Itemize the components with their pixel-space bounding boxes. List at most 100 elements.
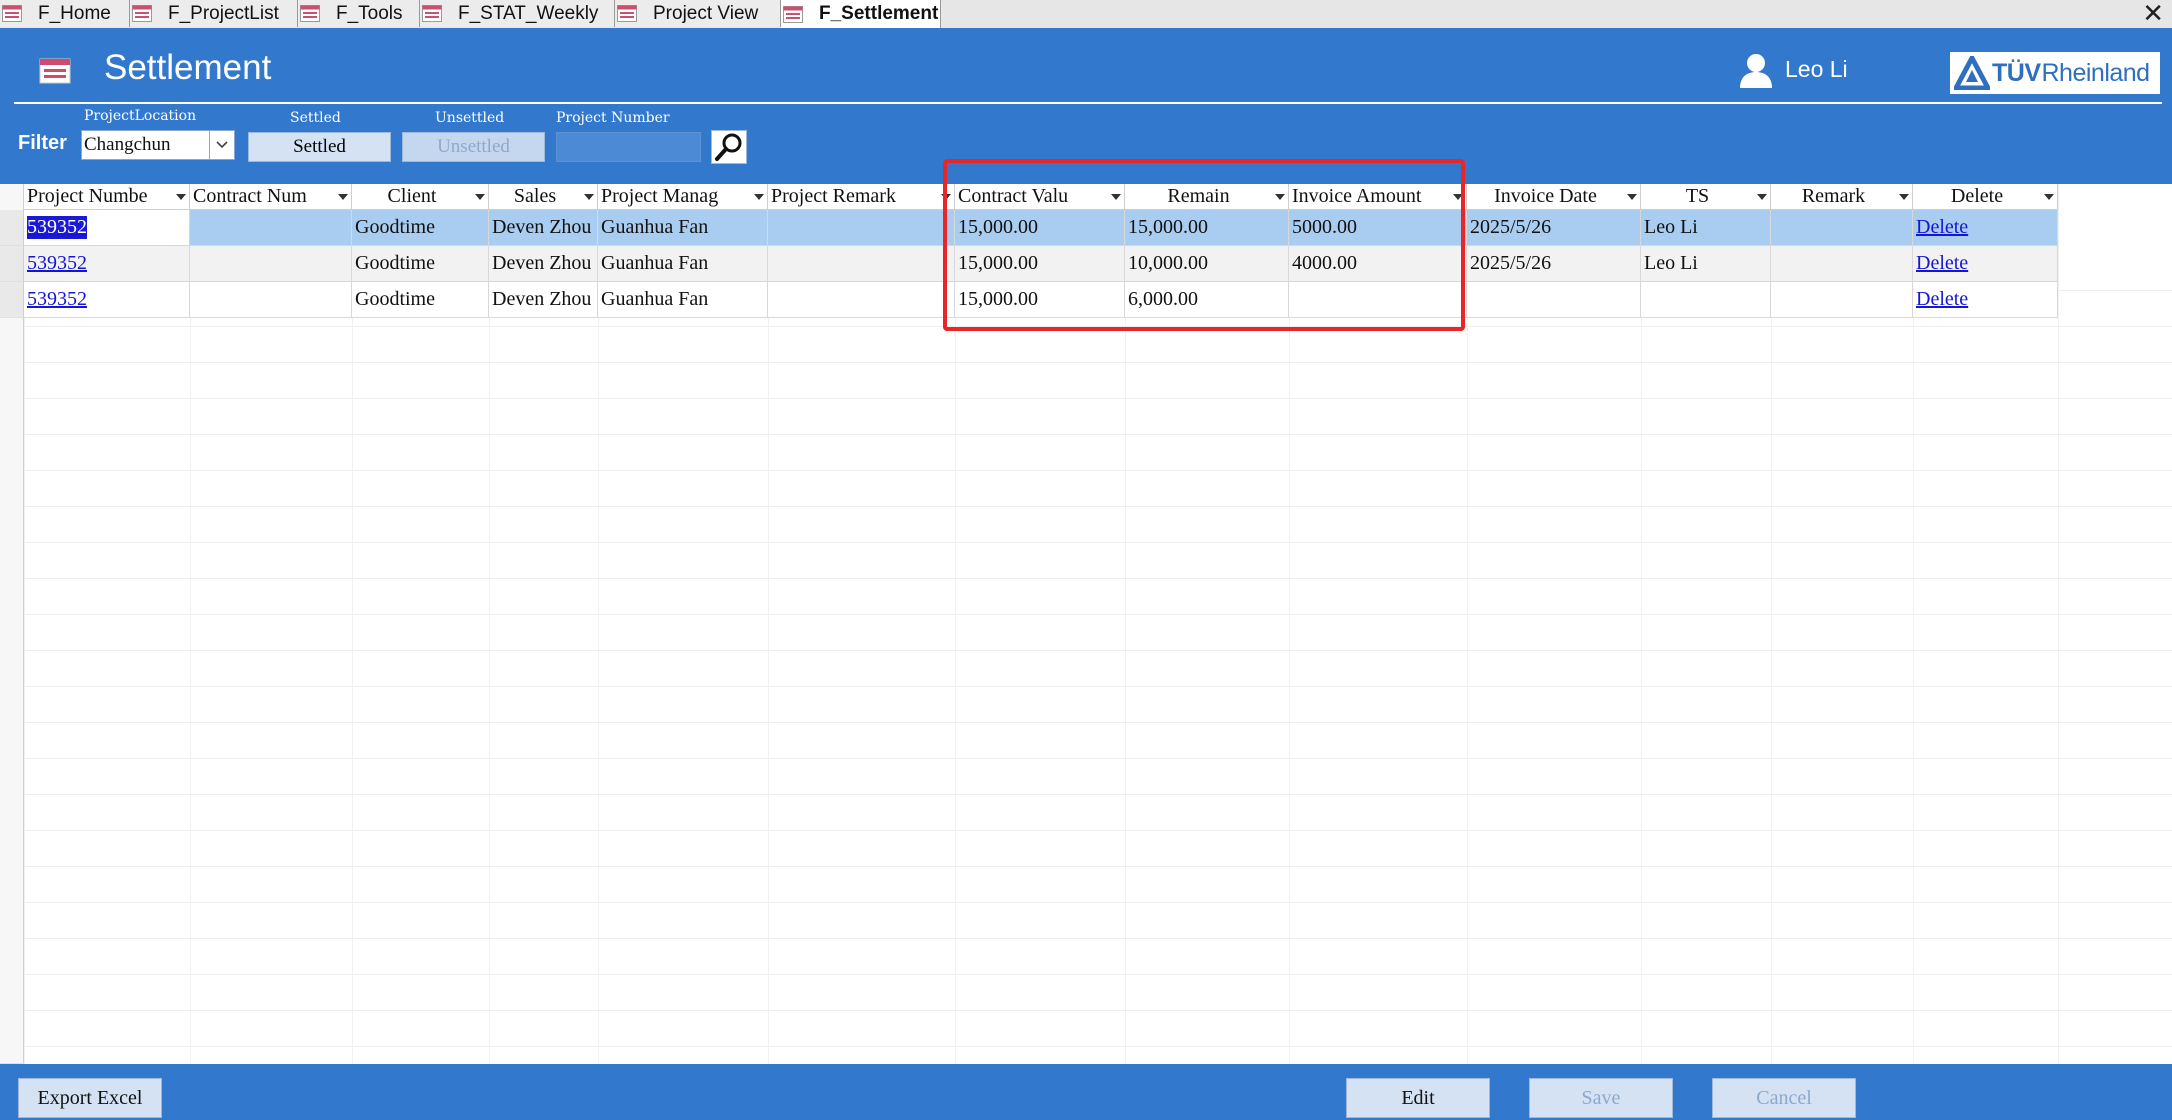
tab-f-settlement[interactable]: F_Settlement bbox=[781, 0, 941, 28]
cell-project-remark[interactable] bbox=[768, 210, 955, 246]
column-header-label: Remark bbox=[1801, 185, 1866, 207]
cell-value: 10,000.00 bbox=[1128, 252, 1208, 274]
cell-project-manager[interactable]: Guanhua Fan bbox=[598, 246, 768, 282]
filter-dropdown-icon[interactable] bbox=[1896, 193, 1912, 200]
column-header-invoice-amount[interactable]: Invoice Amount bbox=[1289, 184, 1467, 210]
cell-contract-number[interactable] bbox=[190, 210, 352, 246]
cell-remark[interactable] bbox=[1771, 210, 1913, 246]
filter-dropdown-icon[interactable] bbox=[1108, 193, 1124, 200]
cell-value: Deven Zhou bbox=[492, 288, 592, 310]
filter-dropdown-icon[interactable] bbox=[938, 193, 954, 200]
save-button[interactable]: Save bbox=[1529, 1078, 1673, 1118]
chevron-down-icon[interactable] bbox=[209, 131, 234, 159]
delete-link[interactable]: Delete bbox=[1916, 216, 1968, 239]
delete-link[interactable]: Delete bbox=[1916, 288, 1968, 311]
cell-value: Goodtime bbox=[355, 252, 435, 274]
cell-project-number[interactable]: 539352 bbox=[24, 282, 190, 318]
tab-f-tools[interactable]: F_Tools bbox=[298, 0, 420, 27]
grid-line bbox=[0, 578, 2172, 579]
cell-project-number[interactable]: 539352 bbox=[24, 210, 190, 246]
record-selector[interactable] bbox=[0, 282, 24, 318]
filter-dropdown-icon[interactable] bbox=[1624, 193, 1640, 200]
delete-link[interactable]: Delete bbox=[1916, 252, 1968, 275]
cell-delete[interactable]: Delete bbox=[1913, 282, 2058, 318]
cell-invoice-amount[interactable]: 5000.00 bbox=[1289, 210, 1467, 246]
cell-project-remark[interactable] bbox=[768, 246, 955, 282]
location-combobox[interactable]: Changchun bbox=[81, 130, 235, 160]
column-header-remark[interactable]: Remark bbox=[1771, 184, 1913, 210]
filter-dropdown-icon[interactable] bbox=[581, 193, 597, 200]
project-number-link[interactable]: 539352 bbox=[27, 288, 87, 311]
project-number-input[interactable] bbox=[556, 132, 701, 162]
cell-sales[interactable]: Deven Zhou bbox=[489, 210, 598, 246]
cell-delete[interactable]: Delete bbox=[1913, 210, 2058, 246]
column-header-project-manager[interactable]: Project Manag bbox=[598, 184, 768, 210]
cell-project-manager[interactable]: Guanhua Fan bbox=[598, 210, 768, 246]
cell-invoice-date[interactable]: 2025/5/26 bbox=[1467, 246, 1641, 282]
column-header-sales[interactable]: Sales bbox=[489, 184, 598, 210]
filter-dropdown-icon[interactable] bbox=[751, 193, 767, 200]
cell-project-remark[interactable] bbox=[768, 282, 955, 318]
cell-contract-number[interactable] bbox=[190, 282, 352, 318]
filter-dropdown-icon[interactable] bbox=[2041, 193, 2057, 200]
project-number-link[interactable]: 539352 bbox=[27, 252, 87, 275]
cell-remain[interactable]: 15,000.00 bbox=[1125, 210, 1289, 246]
cell-remain[interactable]: 6,000.00 bbox=[1125, 282, 1289, 318]
filter-dropdown-icon[interactable] bbox=[1272, 193, 1288, 200]
cell-contract-value[interactable]: 15,000.00 bbox=[955, 282, 1125, 318]
column-header-contract-number[interactable]: Contract Num bbox=[190, 184, 352, 210]
cell-remark[interactable] bbox=[1771, 246, 1913, 282]
tab-project-view[interactable]: Project View bbox=[615, 0, 781, 27]
column-header-delete[interactable]: Delete bbox=[1913, 184, 2058, 210]
cell-invoice-date[interactable] bbox=[1467, 282, 1641, 318]
cell-project-manager[interactable]: Guanhua Fan bbox=[598, 282, 768, 318]
cell-value: 2025/5/26 bbox=[1470, 216, 1552, 238]
column-header-remain[interactable]: Remain bbox=[1125, 184, 1289, 210]
filter-dropdown-icon[interactable] bbox=[1450, 193, 1466, 200]
cell-project-number[interactable]: 539352 bbox=[24, 246, 190, 282]
cell-remain[interactable]: 10,000.00 bbox=[1125, 246, 1289, 282]
record-selector[interactable] bbox=[0, 210, 24, 246]
cell-sales[interactable]: Deven Zhou bbox=[489, 246, 598, 282]
column-header-project-remark[interactable]: Project Remark bbox=[768, 184, 955, 210]
cell-invoice-amount[interactable]: 4000.00 bbox=[1289, 246, 1467, 282]
tab-f-projectlist[interactable]: F_ProjectList bbox=[130, 0, 298, 27]
cell-ts[interactable] bbox=[1641, 282, 1771, 318]
record-selector[interactable] bbox=[0, 246, 24, 282]
cell-invoice-date[interactable]: 2025/5/26 bbox=[1467, 210, 1641, 246]
edit-button[interactable]: Edit bbox=[1346, 1078, 1490, 1118]
page-title: Settlement bbox=[104, 48, 272, 87]
filter-dropdown-icon[interactable] bbox=[1754, 193, 1770, 200]
cell-remark[interactable] bbox=[1771, 282, 1913, 318]
cell-sales[interactable]: Deven Zhou bbox=[489, 282, 598, 318]
cell-contract-number[interactable] bbox=[190, 246, 352, 282]
column-header-invoice-date[interactable]: Invoice Date bbox=[1467, 184, 1641, 210]
column-header-client[interactable]: Client bbox=[352, 184, 489, 210]
cell-client[interactable]: Goodtime bbox=[352, 246, 489, 282]
filter-dropdown-icon[interactable] bbox=[472, 193, 488, 200]
cell-invoice-amount[interactable] bbox=[1289, 282, 1467, 318]
column-header-project-number[interactable]: Project Numbe bbox=[24, 184, 190, 210]
column-header-ts[interactable]: TS bbox=[1641, 184, 1771, 210]
close-icon[interactable]: ✕ bbox=[2142, 0, 2164, 27]
unsettled-button[interactable]: Unsettled bbox=[402, 132, 545, 162]
cell-contract-value[interactable]: 15,000.00 bbox=[955, 210, 1125, 246]
cell-delete[interactable]: Delete bbox=[1913, 246, 2058, 282]
cell-contract-value[interactable]: 15,000.00 bbox=[955, 246, 1125, 282]
tab-f-home[interactable]: F_Home bbox=[0, 0, 130, 27]
cancel-button[interactable]: Cancel bbox=[1712, 1078, 1856, 1118]
grid-line bbox=[0, 362, 2172, 363]
search-button[interactable] bbox=[711, 130, 747, 164]
cell-client[interactable]: Goodtime bbox=[352, 282, 489, 318]
filter-dropdown-icon[interactable] bbox=[173, 193, 189, 200]
project-number-link[interactable]: 539352 bbox=[27, 216, 87, 239]
cell-ts[interactable]: Leo Li bbox=[1641, 246, 1771, 282]
filter-dropdown-icon[interactable] bbox=[335, 193, 351, 200]
settled-button[interactable]: Settled bbox=[248, 132, 391, 162]
column-header-contract-value[interactable]: Contract Valu bbox=[955, 184, 1125, 210]
cell-ts[interactable]: Leo Li bbox=[1641, 210, 1771, 246]
settlement-datasheet: Project Numbe Contract Num Client Sales Proj… bbox=[0, 184, 2172, 1083]
cell-client[interactable]: Goodtime bbox=[352, 210, 489, 246]
tab-f-stat-weekly[interactable]: F_STAT_Weekly bbox=[420, 0, 615, 27]
export-excel-button[interactable]: Export Excel bbox=[18, 1078, 162, 1118]
